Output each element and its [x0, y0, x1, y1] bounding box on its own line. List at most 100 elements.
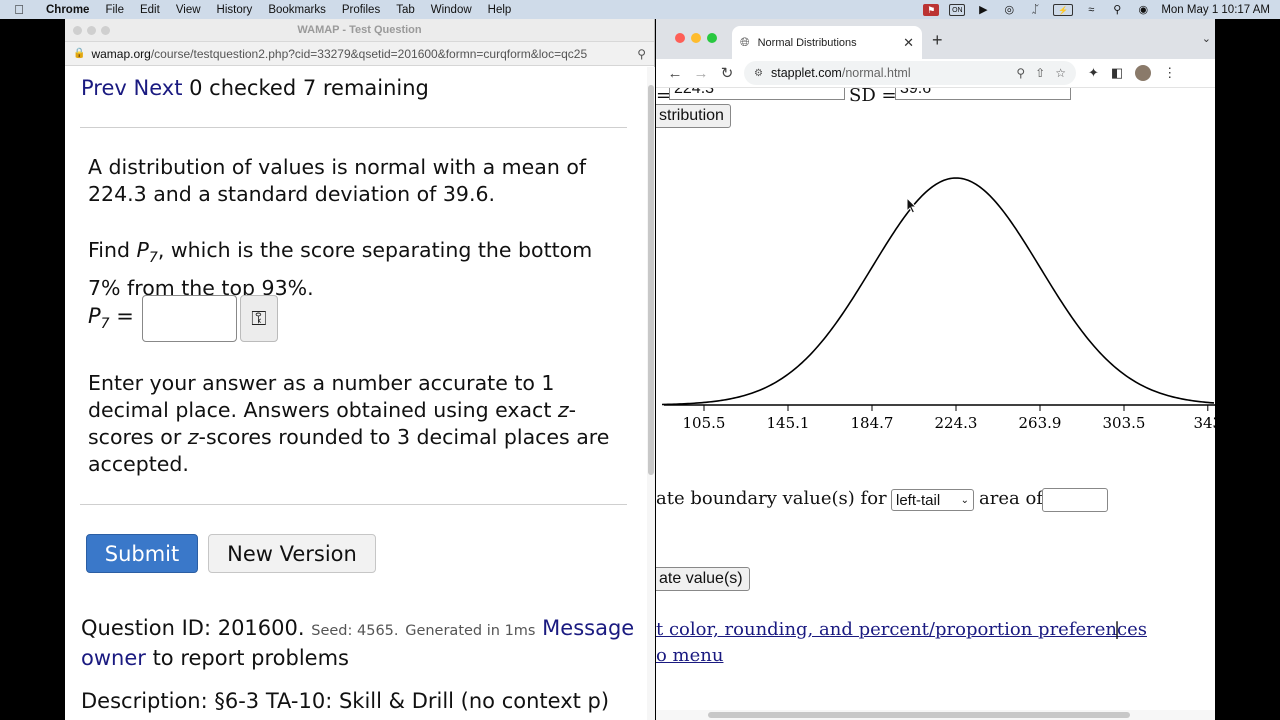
left-url-text[interactable]: wamap.org/course/testquestion2.php?cid=3…: [91, 47, 637, 61]
left-scroll-thumb[interactable]: [648, 85, 654, 475]
notes-icon[interactable]: ON: [949, 3, 966, 16]
more-menu-icon[interactable]: ⋮: [1163, 65, 1176, 81]
menu-bookmarks[interactable]: Bookmarks: [260, 4, 334, 16]
zoom-window-icon[interactable]: [707, 33, 717, 43]
tab-search-chevron-icon[interactable]: ⌄: [1202, 32, 1211, 45]
key-button[interactable]: ⚿: [239, 294, 278, 342]
answer-input[interactable]: [141, 294, 237, 342]
omnibox[interactable]: ⚙ stapplet.com/normal.html ⚲ ⇧ ☆: [744, 61, 1076, 85]
answer-sub: 7: [100, 316, 110, 333]
answer-label: P7 =: [88, 304, 134, 332]
preferences-link[interactable]: t color, rounding, and percent/proportio…: [656, 619, 1147, 640]
new-tab-icon[interactable]: +: [932, 30, 943, 51]
question-description: Description: §6-3 TA-10: Skill & Drill (…: [81, 689, 610, 713]
question-page: Prev Next 0 checked 7 remaining A distri…: [65, 67, 647, 720]
curve-tick-label: 263.9: [1019, 414, 1062, 432]
q2-prefix: Find: [88, 238, 137, 262]
tab-close-icon[interactable]: ✕: [903, 35, 914, 51]
apple-menu-icon[interactable]: : [0, 2, 38, 17]
question-info: Question ID: 201600. Seed: 4565. Generat…: [81, 615, 641, 672]
sd-label: SD =: [849, 88, 897, 106]
area-input[interactable]: [1042, 488, 1108, 512]
key-icon: ⚿: [251, 306, 267, 330]
right-url-host: stapplet.com: [770, 66, 842, 80]
status-icons: ⚑ ON ▶ ◎ ᛢ ⚡ ≈ ⚲ ◉ Mon May 1 10:17 AM: [923, 3, 1280, 16]
menu-edit[interactable]: Edit: [132, 4, 168, 16]
curve-tick-label: 184.7: [851, 414, 894, 432]
left-scrollbar[interactable]: [647, 67, 655, 720]
minimize-window-icon[interactable]: [691, 33, 701, 43]
menu-view[interactable]: View: [168, 4, 209, 16]
close-window-icon[interactable]: [675, 33, 685, 43]
lock-icon: 🔒: [73, 48, 86, 59]
menu-history[interactable]: History: [209, 4, 261, 16]
question-paragraph-1: A distribution of values is normal with …: [88, 155, 587, 206]
bookmark-star-icon[interactable]: ☆: [1055, 66, 1066, 80]
stapplet-browser-window: 🌐︎ Normal Distributions ✕ + ⌄ ← → ↻ ⚙ st…: [656, 19, 1215, 720]
bluetooth-icon[interactable]: ᛢ: [1027, 4, 1043, 16]
reload-icon[interactable]: ↻: [714, 64, 740, 82]
link-separator: |: [1114, 619, 1121, 640]
normal-curve: [661, 177, 1215, 406]
airdrop-icon[interactable]: ◎: [1001, 4, 1017, 16]
search-icon[interactable]: ⚲: [1109, 4, 1125, 16]
share-icon[interactable]: ⇧: [1035, 66, 1045, 80]
toolbar-icons: ✦ ◧ ⋮: [1088, 65, 1176, 81]
answer-var: P: [88, 303, 101, 328]
flag-icon[interactable]: ⚑: [923, 3, 940, 16]
menu-window[interactable]: Window: [423, 4, 480, 16]
side-panel-icon[interactable]: ◧: [1111, 65, 1123, 81]
owner-link[interactable]: owner: [81, 646, 146, 670]
menu-profiles[interactable]: Profiles: [334, 4, 388, 16]
profile-avatar[interactable]: [1135, 65, 1152, 81]
q2-rest: , which is the score separating the bott…: [88, 238, 593, 301]
tail-select[interactable]: left-tail ⌄: [891, 489, 974, 511]
question-id: Question ID: 201600.: [81, 616, 305, 640]
curve-tick-label: 343: [1193, 414, 1215, 432]
calc-boundary-text: ate boundary value(s) for a: [656, 488, 904, 509]
question-paragraph-2: Find P7, which is the score separating t…: [88, 235, 628, 303]
horizontal-scrollbar[interactable]: [656, 710, 1215, 720]
divider: [80, 127, 627, 128]
message-link[interactable]: Message: [542, 616, 634, 640]
curve-tick-label: 224.3: [935, 414, 978, 432]
normal-curve-plot: 105.5 145.1 184.7 224.3 263.9 303.5 343: [661, 177, 1215, 432]
site-info-icon[interactable]: ⚙: [754, 68, 763, 79]
horizontal-scroll-thumb[interactable]: [708, 712, 1130, 718]
menu-app-name[interactable]: Chrome: [38, 4, 97, 16]
menu-help[interactable]: Help: [480, 4, 520, 16]
menu-clock[interactable]: Mon May 1 10:17 AM: [1161, 4, 1270, 16]
screen:  Chrome File Edit View History Bookmark…: [0, 0, 1280, 720]
calculate-values-button[interactable]: ate value(s): [656, 567, 750, 591]
wifi-icon[interactable]: ≈: [1083, 4, 1099, 16]
left-url-bar[interactable]: 🔒 wamap.org/course/testquestion2.php?cid…: [65, 42, 654, 66]
sd-input[interactable]: 39.6: [895, 88, 1071, 100]
left-window-titlebar[interactable]: WAMAP - Test Question: [65, 19, 654, 42]
prev-link[interactable]: Prev: [81, 76, 127, 100]
mean-input[interactable]: 224.3: [669, 88, 845, 100]
back-to-menu-link[interactable]: o menu: [656, 645, 723, 666]
next-link[interactable]: Next: [134, 76, 183, 100]
extensions-icon[interactable]: ✦: [1088, 65, 1099, 81]
new-version-button[interactable]: New Version: [208, 534, 376, 573]
right-url-path: /normal.html: [841, 66, 911, 80]
submit-button[interactable]: Submit: [86, 534, 198, 573]
question-status: 0 checked 7 remaining: [189, 76, 429, 100]
plot-distribution-button[interactable]: stribution: [656, 104, 731, 128]
tab-normal-distributions[interactable]: 🌐︎ Normal Distributions ✕: [732, 26, 922, 59]
forward-icon[interactable]: →: [688, 65, 714, 82]
menu-tab[interactable]: Tab: [388, 4, 423, 16]
zoom-icon[interactable]: ⚲: [637, 47, 646, 61]
q3-z1: z: [557, 398, 569, 422]
back-icon[interactable]: ←: [662, 65, 688, 82]
browser-toolbar: ← → ↻ ⚙ stapplet.com/normal.html ⚲ ⇧ ☆ ✦…: [656, 59, 1215, 88]
battery-icon[interactable]: ⚡: [1053, 3, 1074, 16]
left-url-path: /course/testquestion2.php?cid=33279&qset…: [150, 46, 588, 61]
control-center-icon[interactable]: ◉: [1135, 4, 1151, 16]
zoom-icon[interactable]: ⚲: [1016, 66, 1025, 80]
omnibox-icons: ⚲ ⇧ ☆: [1016, 66, 1066, 80]
play-icon[interactable]: ▶: [975, 4, 991, 16]
menu-file[interactable]: File: [97, 4, 132, 16]
q3-a: Enter your answer as a number accurate t…: [88, 371, 558, 422]
q2-var: P: [136, 238, 149, 262]
